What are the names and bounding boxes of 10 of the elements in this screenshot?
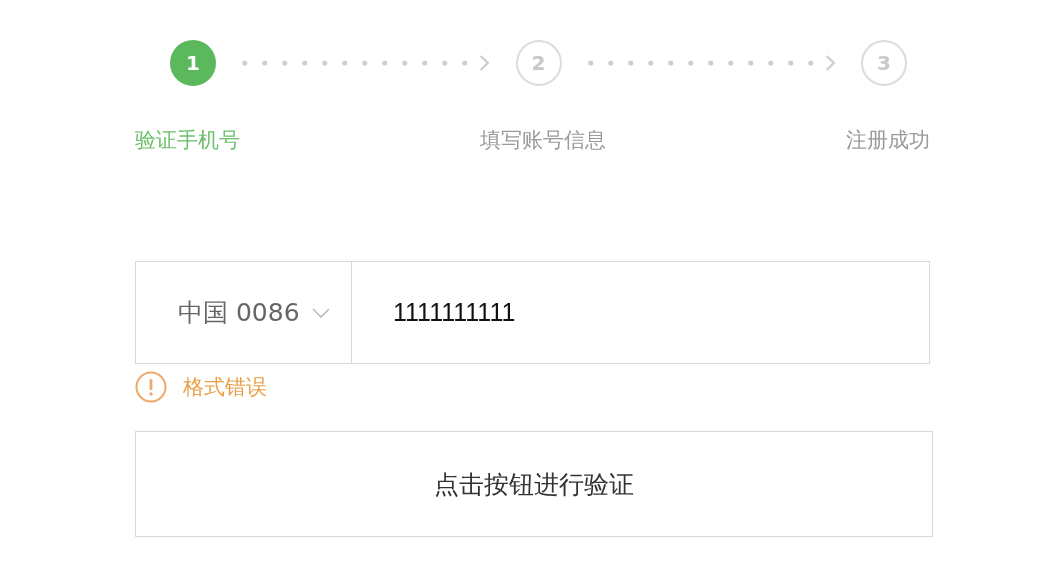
chevron-down-icon — [311, 307, 330, 318]
error-message: 格式错误 — [183, 374, 267, 401]
country-select[interactable]: 中国 0086 — [135, 261, 352, 364]
phone-input[interactable]: 1111111111 — [352, 261, 930, 364]
step-label: 验证手机号 — [135, 127, 240, 154]
step-number: 1 — [170, 40, 216, 86]
verify-button[interactable]: 点击按钮进行验证 — [135, 431, 933, 537]
step-label: 填写账号信息 — [480, 127, 606, 154]
warning-icon — [135, 371, 167, 403]
step-label: 注册成功 — [846, 127, 930, 154]
